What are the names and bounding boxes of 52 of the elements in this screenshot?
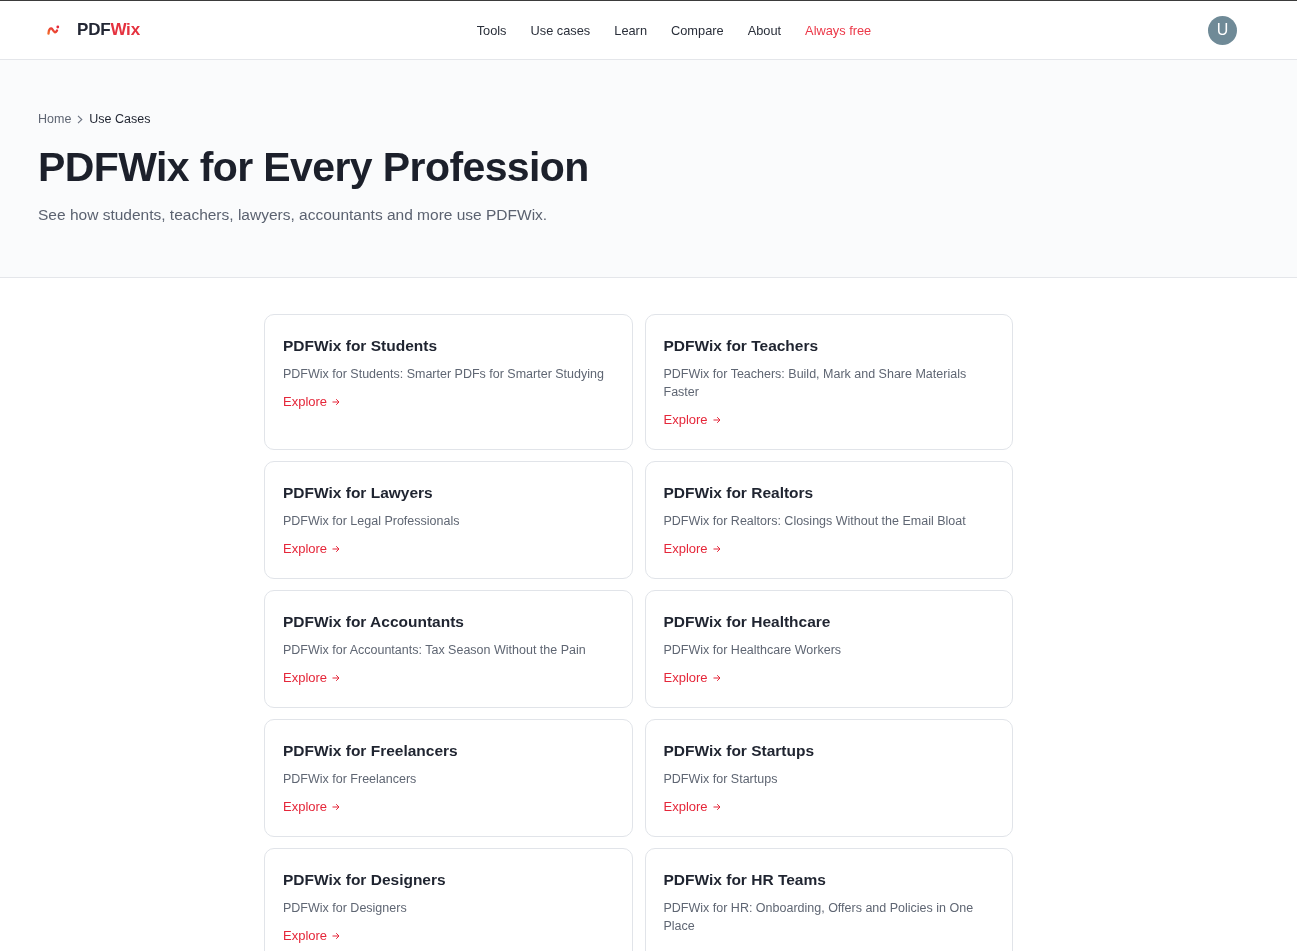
nav-link[interactable]: Learn — [614, 22, 647, 38]
card-description: PDFWix for Accountants: Tax Season Without the Pain — [283, 642, 586, 659]
nav-link[interactable]: Always free — [805, 22, 872, 38]
explore-link[interactable]: Explore — [283, 669, 341, 687]
nav-link[interactable]: Compare — [671, 22, 724, 38]
card-title: PDFWix for Accountants — [283, 613, 464, 631]
card-description: PDFWix for HR: Onboarding, Offers and Policies in One Place — [663, 900, 975, 935]
nav-link[interactable]: Tools — [476, 22, 507, 38]
arrow-right-icon — [332, 803, 341, 811]
explore-link[interactable]: Explore — [283, 540, 341, 558]
nav-link[interactable]: About — [747, 22, 782, 38]
arrow-right-icon — [712, 803, 721, 811]
arrow-right-icon — [332, 398, 341, 406]
card-title: PDFWix for Lawyers — [283, 484, 433, 502]
arrow-right-icon — [332, 674, 341, 682]
arrow-right-icon — [332, 545, 341, 553]
explore-link[interactable]: Explore — [283, 798, 341, 816]
arrow-right-icon — [712, 674, 721, 682]
explore-link[interactable]: Explore — [663, 540, 721, 558]
card-description: PDFWix for Healthcare Workers — [663, 642, 842, 659]
breadcrumb-link[interactable]: Home — [38, 112, 72, 126]
card-description: PDFWix for Designers — [283, 900, 407, 917]
card-title: PDFWix for Healthcare — [663, 613, 831, 631]
card-description: PDFWix for Teachers: Build, Mark and Share Materials Faster — [663, 366, 968, 401]
card-title: PDFWix for Students — [283, 337, 437, 355]
card-title: PDFWix for HR Teams — [663, 871, 826, 889]
logo-link[interactable]: PDFWix — [47, 20, 140, 40]
card-title: PDFWix for Designers — [283, 871, 446, 889]
explore-link[interactable]: Explore — [663, 669, 721, 687]
explore-link[interactable]: Explore — [663, 411, 721, 429]
card-title: PDFWix for Teachers — [663, 337, 819, 355]
page-subtitle: See how students, teachers, lawyers, accountants and more use PDFWix. — [38, 205, 549, 225]
card-description: PDFWix for Startups — [663, 771, 778, 788]
explore-link[interactable]: Explore — [663, 798, 721, 816]
logo-icon — [47, 25, 60, 35]
explore-link[interactable]: Explore — [283, 393, 341, 411]
card-description: PDFWix for Legal Professionals — [283, 513, 460, 530]
card-description: PDFWix for Realtors: Closings Without the Email Bloat — [663, 513, 966, 530]
page-title: PDFWix for Every Profession — [38, 143, 590, 192]
card-description: PDFWix for Students: Smarter PDFs for Smarter Studying — [283, 366, 604, 383]
nav-link[interactable]: Use cases — [530, 22, 591, 38]
user-avatar[interactable]: U — [1208, 15, 1237, 45]
card-title: PDFWix for Startups — [663, 742, 815, 760]
card-description: PDFWix for Freelancers — [283, 771, 417, 788]
card-title: PDFWix for Realtors — [663, 484, 814, 502]
arrow-right-icon — [332, 932, 341, 940]
card-title: PDFWix for Freelancers — [283, 742, 458, 760]
arrow-right-icon — [712, 545, 721, 553]
breadcrumb-current: Use Cases — [89, 112, 151, 126]
explore-link[interactable]: Explore — [283, 927, 341, 945]
arrow-right-icon — [712, 416, 721, 424]
chevron-right-icon — [77, 114, 84, 124]
